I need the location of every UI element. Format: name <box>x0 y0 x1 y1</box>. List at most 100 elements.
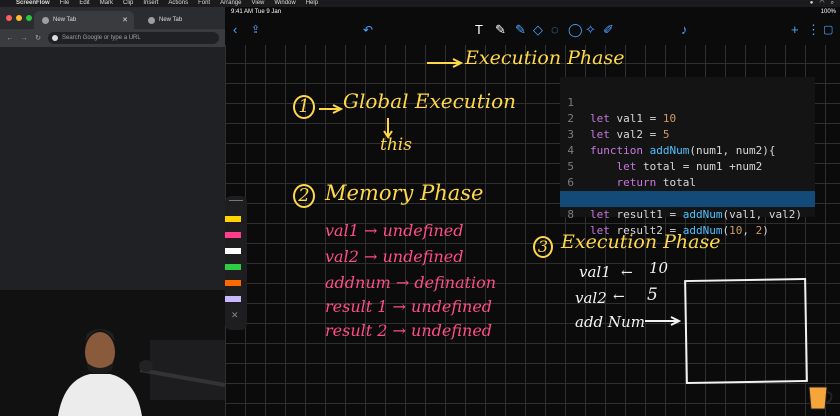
menu-edit[interactable]: Edit <box>79 0 89 7</box>
menu-clip[interactable]: Clip <box>123 0 133 7</box>
tab-favicon-icon <box>148 16 155 24</box>
close-tab-icon[interactable]: ✕ <box>122 16 128 24</box>
line-number: 8 <box>567 208 574 221</box>
step1-heading: Global Execution <box>343 89 517 113</box>
pencil-icon[interactable]: ✐ <box>603 23 614 37</box>
traffic-lights <box>6 15 32 21</box>
arrow-right-icon <box>645 316 682 326</box>
close-palette-icon[interactable]: ✕ <box>231 310 239 321</box>
more-icon[interactable]: ⋮ <box>807 23 820 37</box>
code-text: let result2 = addNum(10, 2) <box>590 224 769 237</box>
color-swatch-pink[interactable] <box>225 232 241 238</box>
text-tool-icon[interactable]: T <box>475 23 483 37</box>
page-icon[interactable]: ▢ <box>823 23 833 37</box>
back-icon[interactable]: ← <box>6 35 14 42</box>
address-bar[interactable]: Search Google or type a URL <box>48 32 219 44</box>
pointer-icon[interactable]: ✧ <box>585 23 596 37</box>
google-icon <box>52 35 58 41</box>
search-icon[interactable]: ⌕ <box>831 0 834 7</box>
code-line: 6 } <box>560 159 815 205</box>
color-swatch-lavender[interactable] <box>225 296 241 302</box>
palette-handle[interactable] <box>229 200 243 201</box>
step1-number: 1 <box>293 95 315 119</box>
zoom-window-button[interactable] <box>26 15 32 21</box>
browser-toolbar: ← → ↻ Search Google or type a URL <box>0 29 225 47</box>
code-editor: 1 let val1 = 10 2 let val2 = 5 3 functio… <box>560 77 815 237</box>
menu-file[interactable]: File <box>60 0 70 7</box>
webcam-overlay <box>0 290 225 416</box>
menu-font[interactable]: Font <box>198 0 210 7</box>
marker-icon[interactable]: ✎ <box>515 23 526 37</box>
status-icon[interactable]: ● <box>810 0 814 7</box>
menu-actions[interactable]: Actions <box>168 0 188 7</box>
exec-value-val2: 5 <box>647 285 658 305</box>
chevron-left-icon[interactable]: ‹ <box>233 23 237 37</box>
forward-icon[interactable]: → <box>20 35 28 42</box>
notes-status-bar: 9:41 AM Tue 9 Jan 100% <box>225 7 840 17</box>
eraser-icon[interactable]: ◇ <box>533 23 543 37</box>
exec-name-val2: val2 <box>575 289 607 307</box>
tab-label: New Tab <box>159 17 183 23</box>
menu-mark[interactable]: Mark <box>100 0 113 7</box>
step3-number: 3 <box>533 236 553 258</box>
minimize-window-button[interactable] <box>16 15 22 21</box>
this-label: this <box>380 135 412 155</box>
presenter-video <box>0 290 225 416</box>
code-line: 4 let total = num1 +num2 <box>560 127 815 173</box>
battery-status: 100% <box>820 9 836 15</box>
memory-item: val2 → undefined <box>325 247 464 266</box>
exec-name-val1: val1 <box>579 263 611 281</box>
menu-insert[interactable]: Insert <box>143 0 158 7</box>
reload-icon[interactable]: ↻ <box>34 34 42 42</box>
code-line: 2 let val2 = 5 <box>560 95 815 141</box>
menu-app-name[interactable]: ScreenFlow <box>16 0 50 7</box>
arrow-icon <box>427 58 464 68</box>
undo-icon[interactable]: ↶ <box>363 23 373 37</box>
status-time: 9:41 AM Tue 9 Jan <box>231 9 282 15</box>
notes-toolbar: ‹ ⇪ ↶ T ✎ ✎ ◇ ◌ ◯ ✧ ✐ ♪ + ⋮ ▢ <box>225 17 840 45</box>
menu-help[interactable]: Help <box>306 0 318 7</box>
color-swatch-white[interactable] <box>225 248 241 254</box>
memory-item: result 2 → undefined <box>325 321 493 340</box>
color-swatch-yellow[interactable] <box>225 216 241 222</box>
close-window-button[interactable] <box>6 15 12 21</box>
arrow-icon <box>319 104 343 114</box>
code-line: 1 let val1 = 10 <box>560 79 815 125</box>
shapes-icon[interactable]: ◯ <box>568 23 583 37</box>
menu-view[interactable]: View <box>251 0 264 7</box>
step2-heading: Memory Phase <box>325 181 484 205</box>
exec-value-val1: 10 <box>649 259 669 277</box>
top-heading: Execution Phase <box>465 47 625 69</box>
tab-strip: New Tab ✕ New Tab <box>0 7 225 29</box>
menu-window[interactable]: Window <box>274 0 295 7</box>
notes-canvas[interactable]: 9:41 AM Tue 9 Jan 100% ‹ ⇪ ↶ T ✎ ✎ ◇ ◌ ◯… <box>225 7 840 416</box>
coffee-logo-icon <box>808 386 833 410</box>
menu-arrange[interactable]: Arrange <box>220 0 241 7</box>
code-line: 5 return total <box>560 143 815 189</box>
mic-icon[interactable]: ♪ <box>681 23 688 37</box>
arrow-left-icon: ← <box>621 265 633 281</box>
tab-favicon-icon <box>42 16 49 24</box>
code-line: 7 let result1 = addNum(val1, val2) <box>560 175 815 221</box>
plus-icon[interactable]: + <box>791 23 799 37</box>
code-line: 3 function addNum(num1, num2){ <box>560 111 815 157</box>
color-palette: ✕ <box>225 196 247 330</box>
memory-item: result 1 → undefined <box>325 297 493 316</box>
tab-label: New Tab <box>53 17 77 23</box>
share-icon[interactable]: ⇪ <box>251 23 260 37</box>
color-swatch-green[interactable] <box>225 264 241 270</box>
memory-item: val1 → undefined <box>325 221 464 240</box>
pen-icon[interactable]: ✎ <box>495 23 506 37</box>
color-swatch-orange[interactable] <box>225 280 241 286</box>
menu-bar: ScreenFlow File Edit Mark Clip Insert Ac… <box>0 0 840 7</box>
code-text: let result1 = addNum(val1, val2) <box>590 208 802 221</box>
wifi-icon[interactable]: ◠ <box>819 0 824 7</box>
arrow-left-icon: ← <box>613 289 625 305</box>
execution-context-box <box>684 277 808 385</box>
address-placeholder: Search Google or type a URL <box>62 35 141 41</box>
lasso-icon[interactable]: ◌ <box>551 23 559 37</box>
step2-number: 2 <box>293 184 315 208</box>
tab-new-tab-1[interactable]: New Tab ✕ <box>34 11 134 29</box>
code-line-selected: 8 let result2 = addNum(10, 2) <box>560 191 815 237</box>
memory-item: addnum → defination <box>325 273 497 292</box>
